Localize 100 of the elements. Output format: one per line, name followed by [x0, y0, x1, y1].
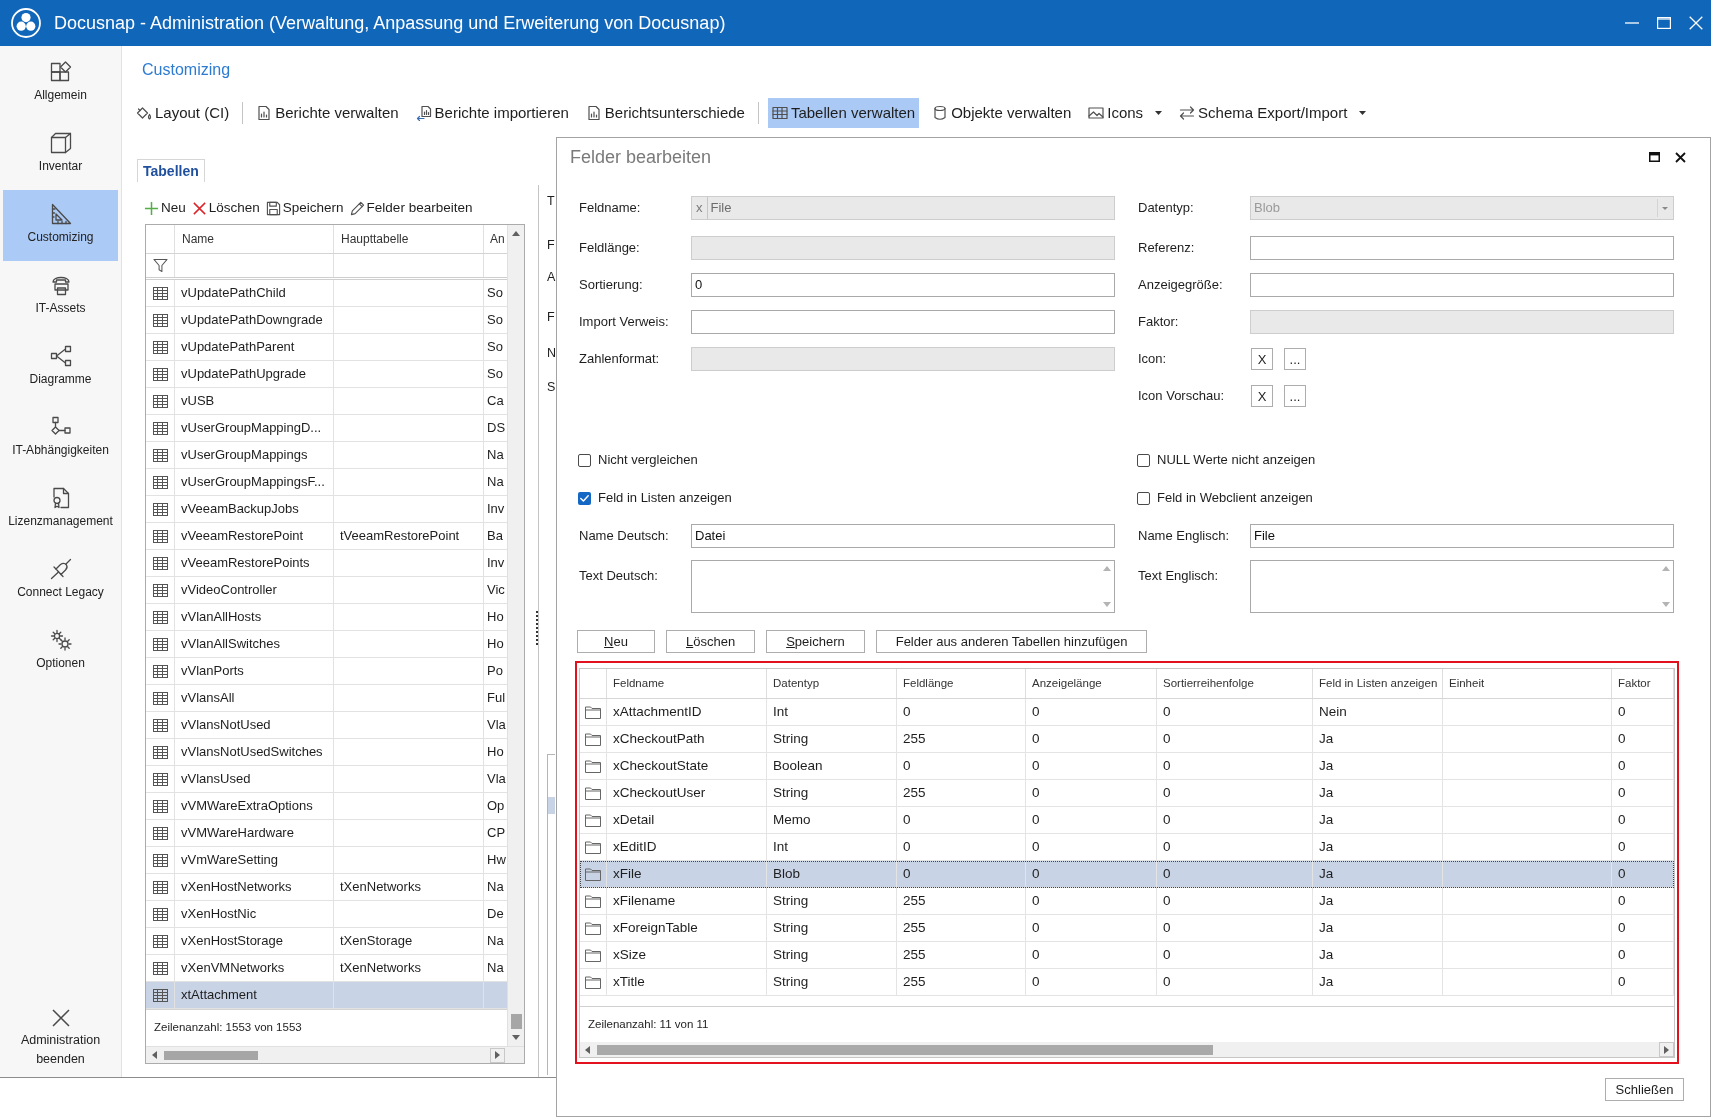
text-field[interactable]: 0: [691, 273, 1115, 297]
picker-button[interactable]: ...: [1284, 385, 1306, 407]
table-row[interactable]: vUserGroupMappingsF... Na: [146, 469, 507, 496]
table-row[interactable]: xCheckoutState Boolean 0 0 0 Ja 0: [580, 753, 1674, 780]
exit-button[interactable]: Administration beenden: [0, 1008, 121, 1069]
checkbox[interactable]: [578, 453, 591, 467]
column-header[interactable]: Feld in Listen anzeigen: [1313, 669, 1443, 698]
table-row[interactable]: vVeeamRestorePoints Inv: [146, 550, 507, 577]
table-row[interactable]: vUpdatePathUpgrade So: [146, 361, 507, 388]
picker-button[interactable]: X: [1251, 385, 1273, 407]
scrollbar-thumb[interactable]: [510, 1014, 522, 1029]
toolbar-button[interactable]: Icons: [1084, 98, 1167, 128]
checkbox[interactable]: [1137, 453, 1150, 467]
table-row[interactable]: vVeeamBackupJobs Inv: [146, 496, 507, 523]
save-button[interactable]: Speichern: [265, 198, 344, 218]
column-header[interactable]: Sortierreihenfolge: [1157, 669, 1313, 698]
sidebar-item[interactable]: Inventar: [3, 119, 118, 190]
arrow-right-icon[interactable]: [1664, 1045, 1669, 1054]
text-field[interactable]: [1250, 273, 1674, 297]
table-row[interactable]: vXenHostStorage tXenStorage Na: [146, 928, 507, 955]
toolbar-button[interactable]: Berichte verwalten: [252, 98, 403, 128]
table-row[interactable]: vVideoController Vic: [146, 577, 507, 604]
scrollbar[interactable]: [146, 1046, 524, 1063]
table-row[interactable]: vUpdatePathChild So: [146, 280, 507, 307]
table-row[interactable]: xFilename String 255 0 0 Ja 0: [580, 888, 1674, 915]
table-row[interactable]: xCheckoutPath String 255 0 0 Ja 0: [580, 726, 1674, 753]
scrollbar[interactable]: [580, 1042, 1674, 1057]
table-row[interactable]: xForeignTable String 255 0 0 Ja 0: [580, 915, 1674, 942]
table-row[interactable]: vUpdatePathParent So: [146, 334, 507, 361]
scrollbar-thumb[interactable]: [597, 1044, 1213, 1055]
new-button[interactable]: Neu: [577, 630, 655, 653]
column-header[interactable]: Feldname: [607, 669, 767, 698]
sidebar-item[interactable]: Diagramme: [3, 332, 118, 403]
sidebar-item[interactable]: IT-Abhängigkeiten: [3, 403, 118, 474]
table-row[interactable]: vVeeamRestorePoint tVeeamRestorePoint Ba: [146, 523, 507, 550]
table-row[interactable]: vVlansNotUsedSwitches Ho: [146, 739, 507, 766]
column-header[interactable]: Einheit: [1443, 669, 1612, 698]
picker-button[interactable]: ...: [1284, 348, 1306, 370]
column-header[interactable]: An: [484, 225, 507, 253]
table-row[interactable]: vUSB Ca: [146, 388, 507, 415]
table-row[interactable]: vXenHostNetworks tXenNetworks Na: [146, 874, 507, 901]
column-header[interactable]: Name: [175, 225, 334, 253]
tab[interactable]: Tabellen: [137, 159, 205, 182]
new-button[interactable]: Neu: [144, 198, 186, 218]
table-row[interactable]: vVmWareSetting Hw: [146, 847, 507, 874]
column-header[interactable]: Datentyp: [767, 669, 897, 698]
table-row[interactable]: xTitle String 255 0 0 Ja 0: [580, 969, 1674, 996]
scrollbar-thumb[interactable]: [164, 1050, 258, 1060]
splitter-grip[interactable]: [536, 611, 539, 645]
close-icon[interactable]: [1675, 151, 1686, 163]
edit-fields-button[interactable]: Felder bearbeiten: [349, 198, 473, 218]
table-row[interactable]: vVMWareHardware CP: [146, 820, 507, 847]
scrollbar[interactable]: [507, 225, 524, 1046]
maximize-icon[interactable]: [1649, 152, 1660, 162]
toolbar-button[interactable]: Objekte verwalten: [928, 98, 1076, 128]
toolbar-button[interactable]: Berichte importieren: [411, 98, 573, 128]
table-row[interactable]: vXenHostNic De: [146, 901, 507, 928]
table-row[interactable]: vVMWareExtraOptions Op: [146, 793, 507, 820]
arrow-left-icon[interactable]: [585, 1045, 590, 1054]
column-header[interactable]: Feldlänge: [897, 669, 1026, 698]
sidebar-item[interactable]: Customizing: [3, 190, 118, 261]
arrow-left-icon[interactable]: [152, 1051, 157, 1059]
table-row[interactable]: vUserGroupMappings Na: [146, 442, 507, 469]
checkbox[interactable]: [1137, 491, 1150, 505]
table-row[interactable]: xDetail Memo 0 0 0 Ja 0: [580, 807, 1674, 834]
column-header[interactable]: Anzeigelänge: [1026, 669, 1157, 698]
filter-icon[interactable]: [152, 258, 168, 273]
sidebar-item[interactable]: Allgemein: [3, 48, 118, 119]
column-header[interactable]: Haupttabelle: [334, 225, 484, 253]
sidebar-item[interactable]: Optionen: [3, 616, 118, 687]
sidebar-item[interactable]: Lizenzmanagement: [3, 474, 118, 545]
arrow-up-icon[interactable]: [512, 231, 520, 236]
arrow-down-icon[interactable]: [512, 1035, 520, 1040]
sidebar-item[interactable]: Connect Legacy: [3, 545, 118, 616]
table-row[interactable]: vVlanAllSwitches Ho: [146, 631, 507, 658]
table-row[interactable]: xSize String 255 0 0 Ja 0: [580, 942, 1674, 969]
text-field[interactable]: File: [1250, 524, 1674, 548]
table-row[interactable]: vVlanPorts Po: [146, 658, 507, 685]
sidebar-item[interactable]: IT-Assets: [3, 261, 118, 332]
toolbar-button[interactable]: Schema Export/Import: [1175, 98, 1371, 128]
delete-button[interactable]: Löschen: [191, 198, 260, 218]
table-row[interactable]: xFile Blob 0 0 0 Ja 0: [580, 861, 1674, 888]
toolbar-button[interactable]: Berichtsunterschiede: [581, 98, 749, 128]
save-button[interactable]: Speichern: [766, 630, 865, 653]
table-row[interactable]: vUpdatePathDowngrade So: [146, 307, 507, 334]
table-row[interactable]: vVlansAll Ful: [146, 685, 507, 712]
picker-button[interactable]: X: [1251, 348, 1273, 370]
table-row[interactable]: vVlanAllHosts Ho: [146, 604, 507, 631]
close-button[interactable]: Schließen: [1605, 1078, 1684, 1101]
text-field[interactable]: [691, 310, 1115, 334]
table-row[interactable]: vVlansNotUsed Vla: [146, 712, 507, 739]
text-field[interactable]: [1250, 236, 1674, 260]
table-row[interactable]: xtAttachment: [146, 982, 507, 1009]
toolbar-button[interactable]: Layout (CI): [132, 98, 234, 128]
text-field[interactable]: Datei: [691, 524, 1115, 548]
toolbar-button[interactable]: Tabellen verwalten: [767, 98, 920, 128]
table-row[interactable]: xCheckoutUser String 255 0 0 Ja 0: [580, 780, 1674, 807]
delete-button[interactable]: Löschen: [666, 630, 756, 653]
checkbox[interactable]: [578, 491, 591, 505]
arrow-right-icon[interactable]: [495, 1051, 500, 1059]
